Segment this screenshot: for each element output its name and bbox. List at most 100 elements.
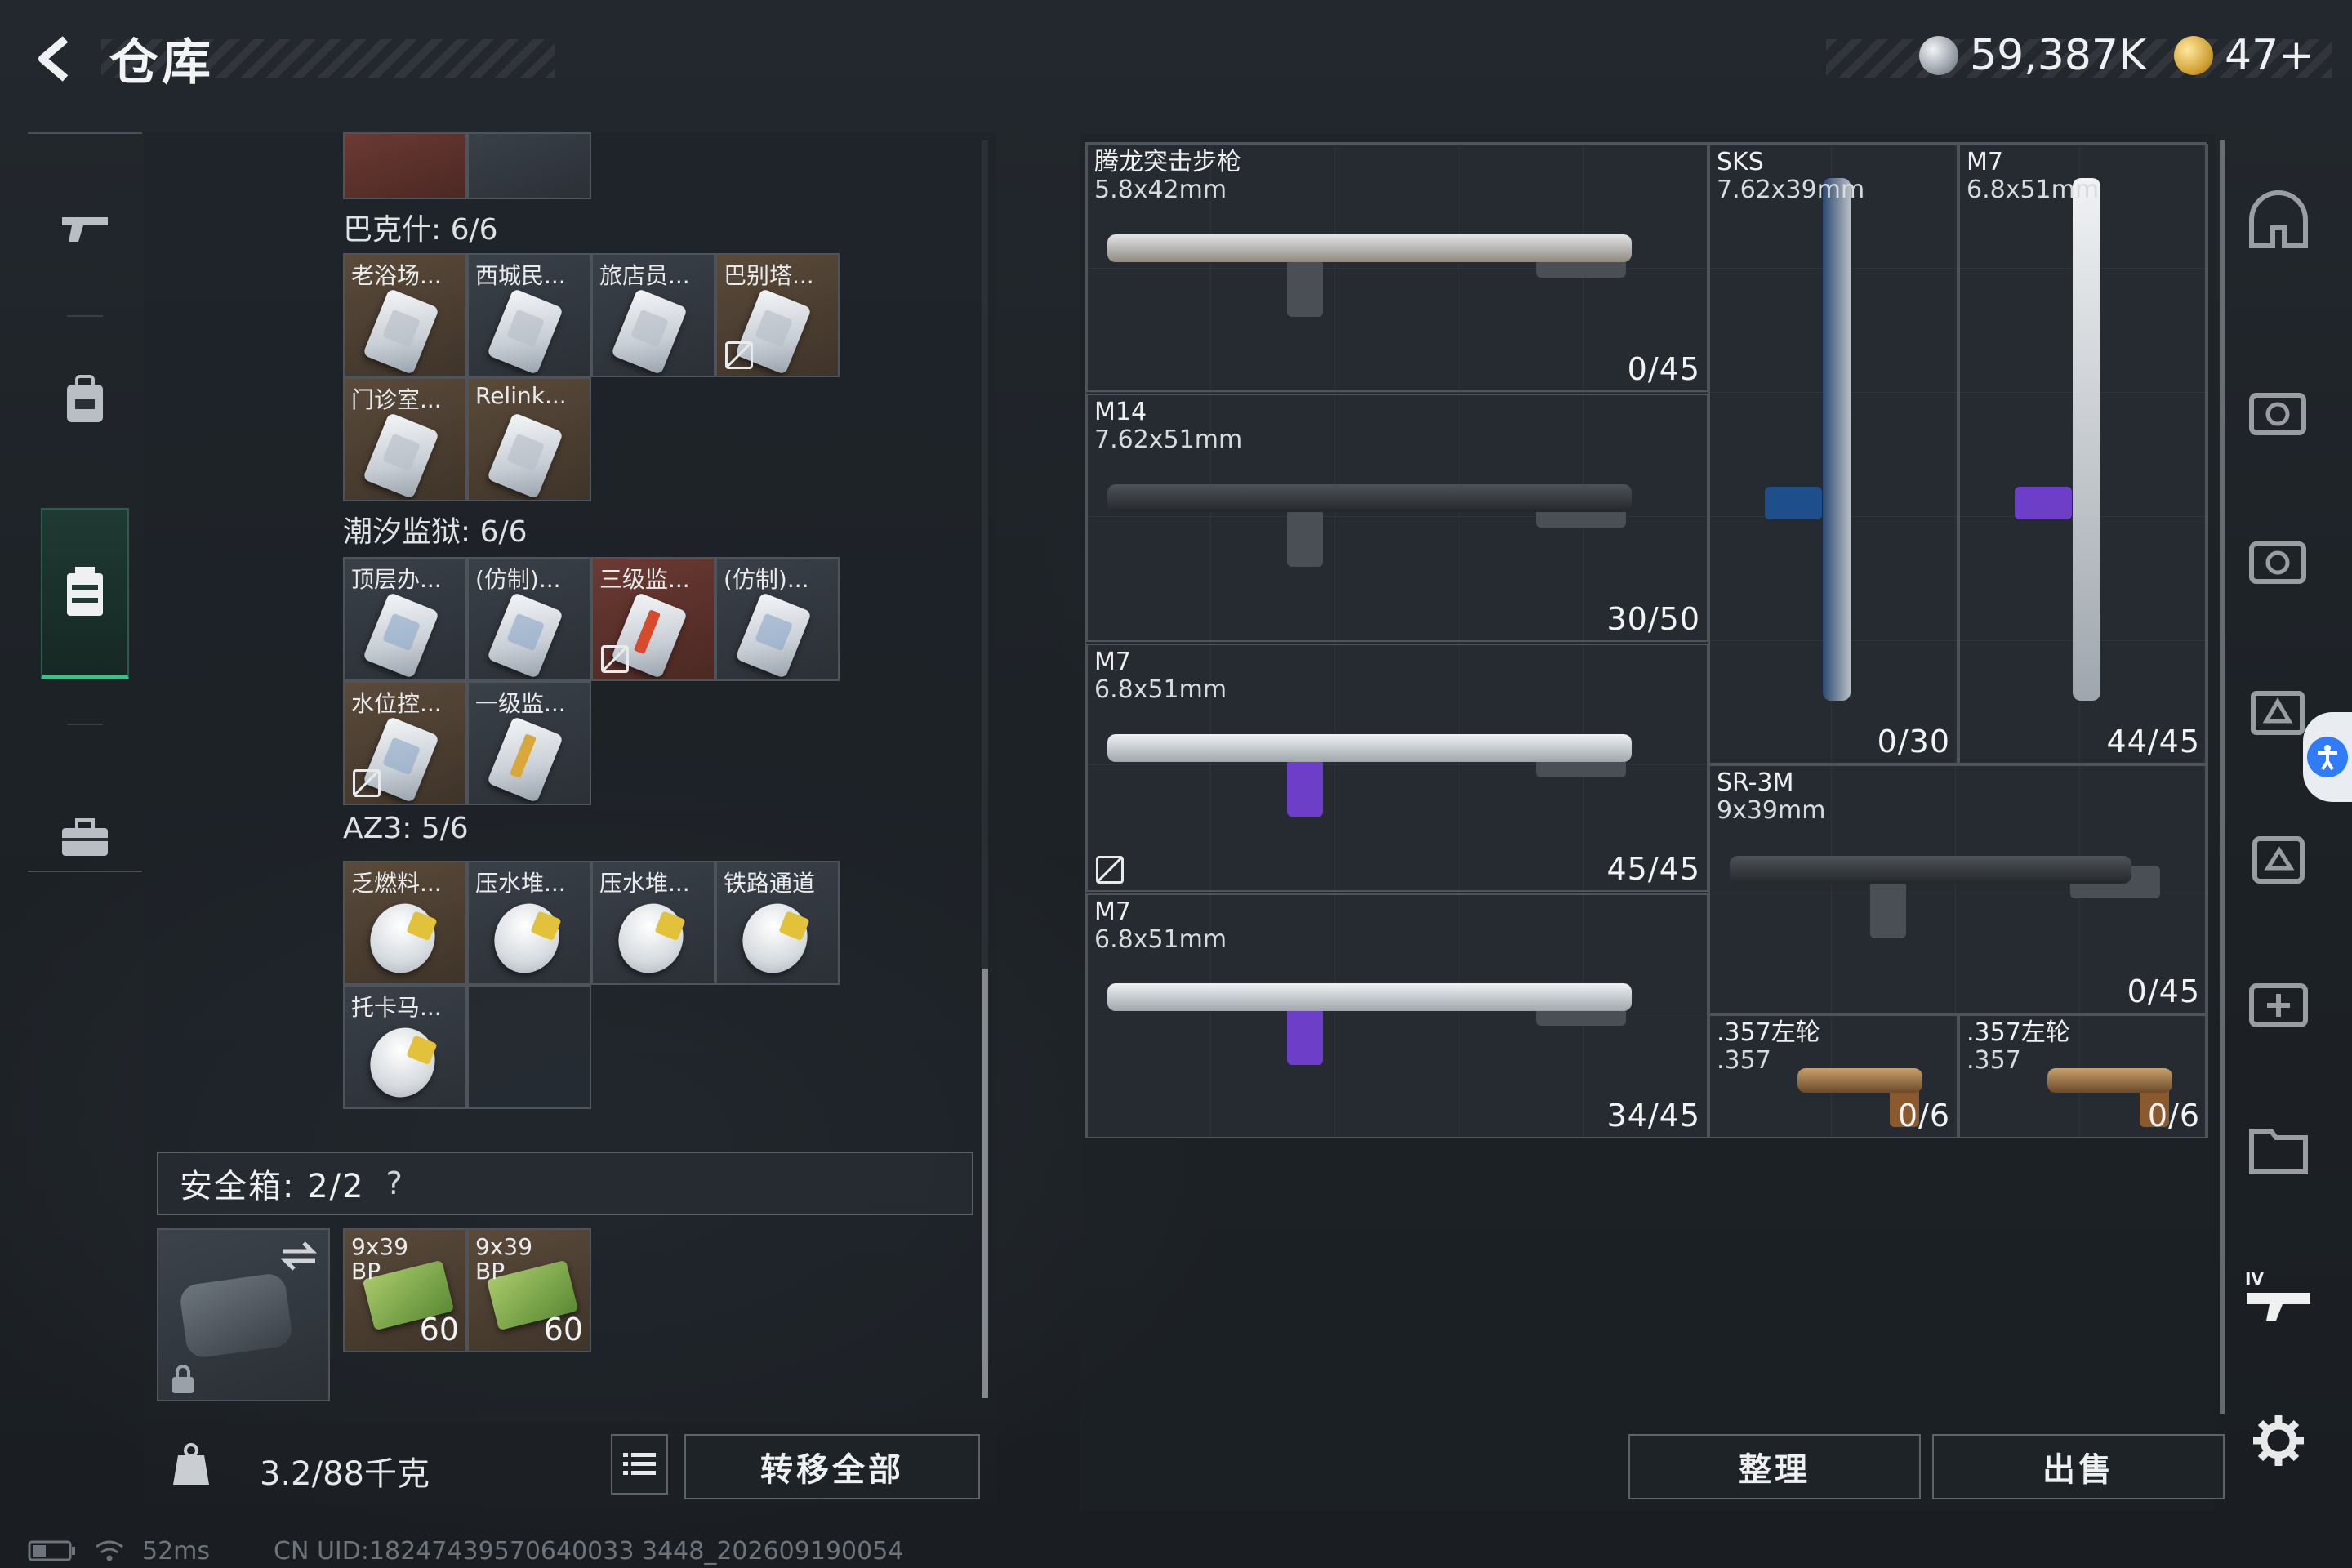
- item-slot-partial[interactable]: [343, 132, 467, 199]
- keycard-image: [486, 287, 564, 376]
- weapon-caliber: 5.8x42mm: [1094, 176, 1227, 204]
- page-title: 仓库: [109, 34, 214, 91]
- ammo-count: 60: [419, 1312, 459, 1348]
- bag-filter-button[interactable]: [2239, 817, 2318, 895]
- keycard-slot[interactable]: 水位控...: [343, 681, 467, 805]
- item-name: 压水堆...: [475, 870, 566, 897]
- access-token-image: [732, 893, 818, 983]
- item-name: 三级监...: [599, 566, 690, 593]
- keycard-slot[interactable]: 一级监...: [467, 681, 591, 805]
- weapon-image: [1107, 734, 1632, 763]
- weapon-name: .357左轮: [1967, 1018, 2070, 1047]
- medical-filter-button[interactable]: [2239, 964, 2318, 1042]
- keycard-image: [610, 287, 688, 376]
- transfer-all-button[interactable]: 转移全部: [684, 1434, 980, 1499]
- keycard-slot[interactable]: 铁路通道: [715, 861, 840, 985]
- keycard-image: [486, 591, 564, 679]
- weapon-ammo-count: 0/45: [2127, 973, 2200, 1009]
- keycard-slot[interactable]: 三级监...: [591, 557, 715, 681]
- document-filter-button[interactable]: [2239, 1111, 2318, 1189]
- item-name: 托卡马...: [351, 994, 442, 1021]
- keycard-slot[interactable]: 旅店员...: [591, 253, 715, 377]
- access-token-image: [359, 1018, 446, 1107]
- settings-button[interactable]: [2239, 1401, 2318, 1480]
- safebox-container[interactable]: [157, 1228, 330, 1401]
- weapon-slot[interactable]: SR-3M 9x39mm 0/45: [1708, 764, 2208, 1014]
- gear-icon: [2253, 1415, 2304, 1466]
- weapon-slot[interactable]: .357左轮 .357 0/6: [1708, 1014, 1958, 1138]
- weapon-image: [1107, 484, 1632, 513]
- item-name: 巴别塔...: [724, 262, 814, 289]
- battery-icon: [28, 1540, 75, 1561]
- access-token-image: [359, 893, 446, 983]
- nav-item-chest-rig[interactable]: [41, 508, 129, 679]
- weapon-image: [1822, 178, 1851, 701]
- nav-item-case[interactable]: [41, 805, 129, 871]
- keycard-slot[interactable]: 巴别塔...: [715, 253, 840, 377]
- ammo-caliber: 9x39: [351, 1233, 409, 1260]
- weapon-filter-button[interactable]: IV: [2239, 1258, 2318, 1336]
- list-view-button[interactable]: [611, 1434, 668, 1494]
- status-bar: 52ms CN UID:18247439570640033 3448_20260…: [28, 1535, 1040, 1566]
- weapon-image: [2072, 178, 2100, 701]
- weapon-slot[interactable]: M14 7.62x51mm 30/50: [1086, 394, 1708, 642]
- no-drop-icon: [601, 645, 629, 673]
- keycard-slot[interactable]: Relink...: [467, 377, 591, 501]
- stash-group-label: 潮汐监狱: 6/6: [343, 515, 528, 549]
- weight-icon: [173, 1443, 209, 1485]
- keycard-slot[interactable]: 门诊室...: [343, 377, 467, 501]
- sell-button[interactable]: 出售: [1932, 1434, 2225, 1499]
- weapon-slot[interactable]: SKS 7.62x39mm 0/30: [1708, 144, 1958, 764]
- item-slot-partial[interactable]: [467, 132, 591, 199]
- weapon-slot[interactable]: M7 6.8x51mm 34/45: [1086, 893, 1708, 1138]
- empty-slot[interactable]: [467, 985, 591, 1109]
- nav-separator: [67, 315, 103, 317]
- armor-filter-button[interactable]: [2239, 374, 2318, 452]
- weapon-slot[interactable]: M7 6.8x51mm 45/45: [1086, 644, 1708, 892]
- safebox-help-button[interactable]: ?: [386, 1165, 403, 1201]
- weapon-slot[interactable]: M7 6.8x51mm 44/45: [1958, 144, 2208, 764]
- weapon-slot[interactable]: .357左轮 .357 0/6: [1958, 1014, 2208, 1138]
- nav-item-weapons[interactable]: [41, 176, 129, 281]
- item-name: 铁路通道: [724, 870, 816, 897]
- ammo-slot[interactable]: 9x39 BP 60: [343, 1228, 467, 1352]
- keycard-slot[interactable]: 压水堆...: [591, 861, 715, 985]
- keycard-slot[interactable]: 压水堆...: [467, 861, 591, 985]
- item-name: 顶层办...: [351, 566, 442, 593]
- stash-scroll-thumb[interactable]: [982, 969, 988, 1398]
- accessibility-button[interactable]: [2303, 712, 2352, 802]
- ping-text: 52ms: [142, 1536, 211, 1566]
- weapon-ammo-count: 45/45: [1606, 851, 1700, 887]
- weapon-name: SKS: [1717, 148, 1764, 176]
- helmet-filter-button[interactable]: [2239, 181, 2318, 260]
- keycard-slot[interactable]: 顶层办...: [343, 557, 467, 681]
- nav-item-backpack[interactable]: [41, 348, 129, 452]
- keycard-slot[interactable]: (仿制)...: [715, 557, 840, 681]
- access-token-image: [608, 893, 694, 983]
- weapon-grip: [1765, 487, 1823, 519]
- weapon-ammo-count: 30/50: [1606, 601, 1700, 637]
- keycard-image: [486, 412, 564, 500]
- weapon-slot[interactable]: 腾龙突击步枪 5.8x42mm 0/45: [1086, 144, 1708, 392]
- keycard-slot[interactable]: 托卡马...: [343, 985, 467, 1109]
- uid-text: CN UID:18247439570640033 3448_2026091900…: [274, 1536, 904, 1566]
- sort-button[interactable]: 整理: [1628, 1434, 1921, 1499]
- weapon-caliber: .357: [1717, 1046, 1771, 1075]
- keycard-slot[interactable]: (仿制)...: [467, 557, 591, 681]
- right-scroll-thumb[interactable]: [2220, 140, 2225, 1414]
- weapon-caliber: 9x39mm: [1717, 796, 1826, 825]
- keycard-slot[interactable]: 西城民...: [467, 253, 591, 377]
- item-name: 旅店员...: [599, 262, 690, 289]
- back-button[interactable]: [23, 26, 88, 91]
- gold-coin-icon: [2174, 36, 2213, 75]
- swap-icon[interactable]: [279, 1240, 318, 1272]
- armor-filter-button-2[interactable]: [2239, 523, 2318, 601]
- keycard-slot[interactable]: 乏燃料...: [343, 861, 467, 985]
- safebox-title: 安全箱: 2/2: [180, 1168, 365, 1205]
- ammo-slot[interactable]: 9x39 BP 60: [467, 1228, 591, 1352]
- keycard-image: [362, 591, 440, 679]
- weapon-name: M7: [1094, 898, 1131, 926]
- weapon-ammo-count: 0/45: [1627, 351, 1700, 387]
- weapon-rack-icon: IV: [2245, 1269, 2310, 1321]
- keycard-slot[interactable]: 老浴场...: [343, 253, 467, 377]
